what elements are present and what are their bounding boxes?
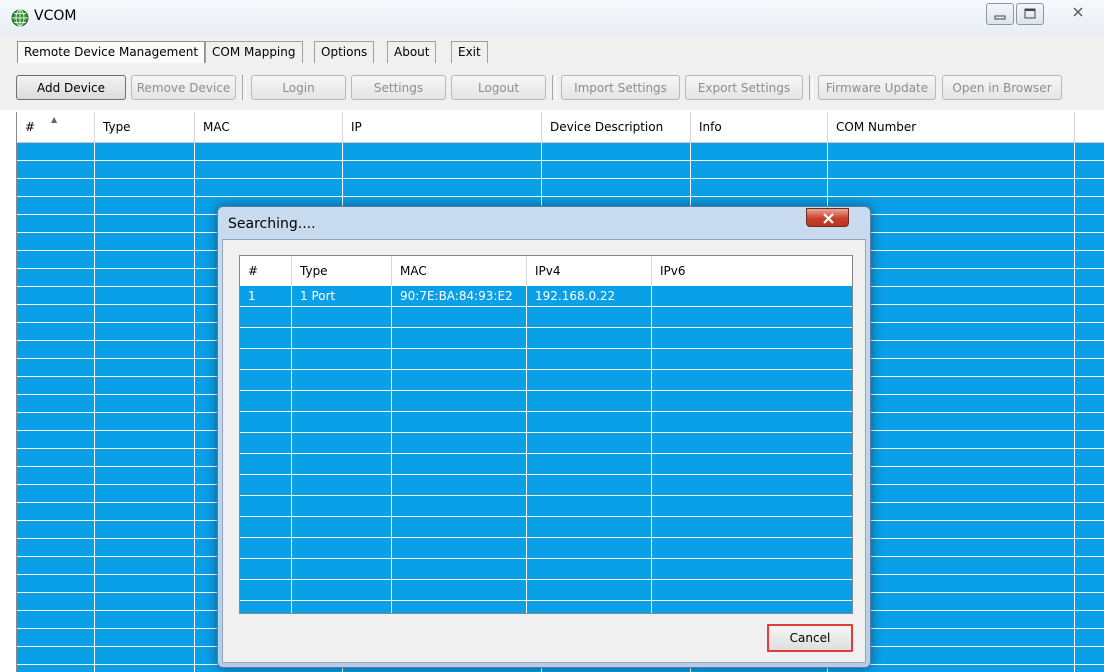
logout-button[interactable]: Logout xyxy=(451,75,546,100)
column-divider xyxy=(291,286,292,613)
tab-exit[interactable]: Exit xyxy=(451,41,488,63)
row-ipv4-cell: 192.168.0.22 xyxy=(535,289,616,303)
toolbar: Add Device Remove Device Login Settings … xyxy=(0,66,1104,110)
column-divider xyxy=(1074,143,1075,672)
column-divider xyxy=(194,143,195,672)
tab-options[interactable]: Options xyxy=(314,41,375,63)
search-results-table[interactable]: # Type MAC IPv4 IPv6 1 1 Port 90:7E:BA:8… xyxy=(239,255,853,614)
tab-com-mapping[interactable]: COM Mapping xyxy=(205,41,303,63)
close-icon xyxy=(823,213,834,224)
column-header-com-number[interactable]: COM Number xyxy=(828,112,1075,142)
globe-app-icon xyxy=(11,9,29,27)
column-header-ip[interactable]: IP xyxy=(343,112,542,142)
export-settings-button[interactable]: Export Settings xyxy=(685,75,803,100)
cancel-button[interactable]: Cancel xyxy=(767,624,853,652)
column-header-device-description[interactable]: Device Description xyxy=(542,112,691,142)
maximize-icon xyxy=(1024,8,1036,19)
close-icon xyxy=(1073,7,1083,17)
login-button[interactable]: Login xyxy=(251,75,346,100)
searching-dialog: Searching.... # Type MAC IPv4 IPv6 1 1 P… xyxy=(217,206,871,668)
title-bar: VCOM xyxy=(0,0,1104,36)
row-mac-cell: 90:7E:BA:84:93:E2 xyxy=(400,289,513,303)
sort-up-icon: ▲ xyxy=(51,115,58,124)
row-number-cell: 1 xyxy=(248,289,256,303)
column-header-mac[interactable]: MAC xyxy=(392,256,527,286)
dialog-content: # Type MAC IPv4 IPv6 1 1 Port 90:7E:BA:8… xyxy=(222,239,866,663)
column-header-ipv4[interactable]: IPv4 xyxy=(527,256,652,286)
search-results-body xyxy=(240,286,852,613)
row-ipv6-cell xyxy=(652,286,852,306)
window-title: VCOM xyxy=(34,8,77,24)
import-settings-button[interactable]: Import Settings xyxy=(561,75,680,100)
device-table-header: # ▲ Type MAC IP Device Description Info … xyxy=(17,112,1104,143)
close-window-button[interactable] xyxy=(1060,3,1096,23)
open-in-browser-button[interactable]: Open in Browser xyxy=(942,75,1062,100)
add-device-button[interactable]: Add Device xyxy=(16,75,126,100)
dialog-close-button[interactable] xyxy=(806,208,849,227)
column-header-type[interactable]: Type xyxy=(292,256,392,286)
row-type-cell: 1 Port xyxy=(300,289,336,303)
firmware-update-button[interactable]: Firmware Update xyxy=(818,75,936,100)
column-header-ipv6[interactable]: IPv6 xyxy=(652,256,852,286)
toolbar-separator xyxy=(552,75,556,100)
column-divider xyxy=(391,286,392,613)
search-results-header: # Type MAC IPv4 IPv6 xyxy=(240,256,852,286)
column-divider xyxy=(94,143,95,672)
column-header-type[interactable]: Type xyxy=(95,112,195,142)
dialog-title: Searching.... xyxy=(228,216,316,232)
minimize-icon xyxy=(994,15,1006,20)
column-header-number[interactable]: # xyxy=(240,256,292,286)
settings-button[interactable]: Settings xyxy=(351,75,446,100)
maximize-button[interactable] xyxy=(1016,3,1044,25)
remove-device-button[interactable]: Remove Device xyxy=(131,75,236,100)
toolbar-separator xyxy=(242,75,246,100)
column-header-info[interactable]: Info xyxy=(691,112,828,142)
toolbar-separator xyxy=(809,75,813,100)
tab-remote-device-management[interactable]: Remote Device Management xyxy=(17,41,206,63)
column-header-mac[interactable]: MAC xyxy=(195,112,343,142)
tab-about[interactable]: About xyxy=(387,41,437,63)
minimize-button[interactable] xyxy=(986,3,1014,25)
column-divider xyxy=(526,286,527,613)
column-divider xyxy=(651,286,652,613)
menu-tab-bar: Remote Device Management COM Mapping Opt… xyxy=(0,36,1104,66)
